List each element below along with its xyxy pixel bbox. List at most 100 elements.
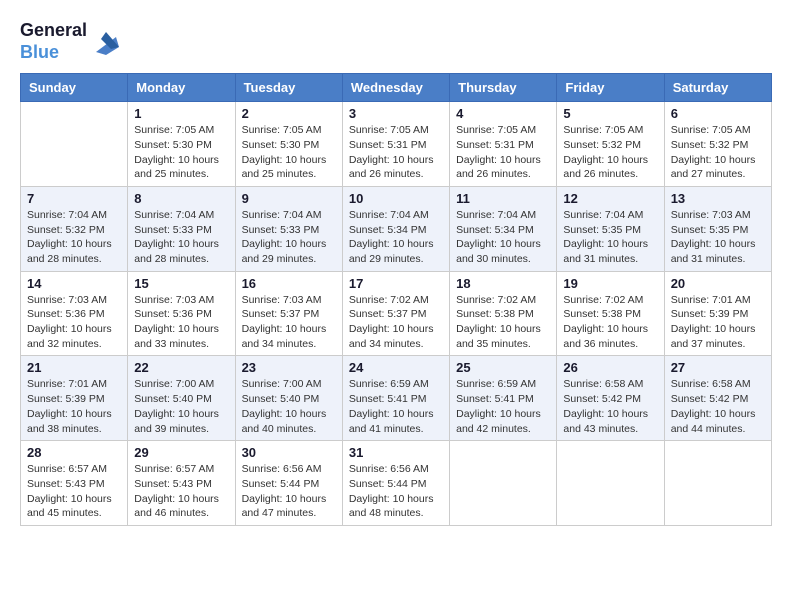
calendar-header-monday: Monday (128, 74, 235, 102)
logo-icon (91, 27, 121, 57)
day-info: Sunrise: 7:05 AM Sunset: 5:31 PM Dayligh… (456, 123, 550, 182)
calendar-cell: 20Sunrise: 7:01 AM Sunset: 5:39 PM Dayli… (664, 271, 771, 356)
calendar-cell: 4Sunrise: 7:05 AM Sunset: 5:31 PM Daylig… (450, 102, 557, 187)
day-number: 21 (27, 360, 121, 375)
day-info: Sunrise: 7:05 AM Sunset: 5:30 PM Dayligh… (242, 123, 336, 182)
day-number: 8 (134, 191, 228, 206)
day-info: Sunrise: 7:02 AM Sunset: 5:38 PM Dayligh… (456, 293, 550, 352)
calendar-header-row: SundayMondayTuesdayWednesdayThursdayFrid… (21, 74, 772, 102)
calendar-cell: 11 Sunrise: 7:04 AM Sunset: 5:34 PM Dayli… (450, 186, 557, 271)
day-info: Sunrise: 7:04 AM Sunset: 5:33 PM Dayligh… (242, 208, 336, 267)
day-info: Sunrise: 7:00 AM Sunset: 5:40 PM Dayligh… (134, 377, 228, 436)
day-number: 27 (671, 360, 765, 375)
page-header: General Blue (20, 20, 772, 63)
day-info: Sunrise: 7:03 AM Sunset: 5:37 PM Dayligh… (242, 293, 336, 352)
calendar-week-row: 14 Sunrise: 7:03 AM Sunset: 5:36 PM Dayli… (21, 271, 772, 356)
day-info: Sunrise: 7:05 AM Sunset: 5:32 PM Dayligh… (563, 123, 657, 182)
calendar-header-friday: Friday (557, 74, 664, 102)
day-number: 16 (242, 276, 336, 291)
day-info: Sunrise: 7:03 AM Sunset: 5:35 PM Dayligh… (671, 208, 765, 267)
calendar-header-saturday: Saturday (664, 74, 771, 102)
day-info: Sunrise: 6:56 AM Sunset: 5:44 PM Dayligh… (242, 462, 336, 521)
calendar-cell: 17 Sunrise: 7:02 AM Sunset: 5:37 PM Dayli… (342, 271, 449, 356)
calendar-header-tuesday: Tuesday (235, 74, 342, 102)
day-number: 25 (456, 360, 550, 375)
day-info: Sunrise: 6:58 AM Sunset: 5:42 PM Dayligh… (671, 377, 765, 436)
calendar-cell: 5 Sunrise: 7:05 AM Sunset: 5:32 PM Daylig… (557, 102, 664, 187)
day-info: Sunrise: 7:04 AM Sunset: 5:33 PM Dayligh… (134, 208, 228, 267)
calendar-cell: 28Sunrise: 6:57 AM Sunset: 5:43 PM Dayli… (21, 441, 128, 526)
day-info: Sunrise: 6:56 AM Sunset: 5:44 PM Dayligh… (349, 462, 443, 521)
day-info: Sunrise: 7:03 AM Sunset: 5:36 PM Dayligh… (134, 293, 228, 352)
calendar-cell (557, 441, 664, 526)
day-info: Sunrise: 7:05 AM Sunset: 5:31 PM Dayligh… (349, 123, 443, 182)
calendar-cell: 23 Sunrise: 7:00 AM Sunset: 5:40 PM Dayli… (235, 356, 342, 441)
day-number: 11 (456, 191, 550, 206)
day-info: Sunrise: 7:04 AM Sunset: 5:34 PM Dayligh… (349, 208, 443, 267)
calendar-header-sunday: Sunday (21, 74, 128, 102)
day-info: Sunrise: 7:01 AM Sunset: 5:39 PM Dayligh… (27, 377, 121, 436)
calendar-cell: 31 Sunrise: 6:56 AM Sunset: 5:44 PM Dayli… (342, 441, 449, 526)
day-number: 23 (242, 360, 336, 375)
calendar-cell: 16 Sunrise: 7:03 AM Sunset: 5:37 PM Dayli… (235, 271, 342, 356)
day-number: 2 (242, 106, 336, 121)
calendar-cell: 1 Sunrise: 7:05 AM Sunset: 5:30 PM Daylig… (128, 102, 235, 187)
calendar-cell: 10Sunrise: 7:04 AM Sunset: 5:34 PM Dayli… (342, 186, 449, 271)
day-number: 18 (456, 276, 550, 291)
day-number: 5 (563, 106, 657, 121)
day-number: 9 (242, 191, 336, 206)
day-number: 17 (349, 276, 443, 291)
calendar-header-thursday: Thursday (450, 74, 557, 102)
calendar-week-row: 7 Sunrise: 7:04 AM Sunset: 5:32 PM Daylig… (21, 186, 772, 271)
logo-blue: Blue (20, 42, 87, 64)
logo-general: General (20, 20, 87, 42)
day-number: 6 (671, 106, 765, 121)
day-number: 22 (134, 360, 228, 375)
day-number: 29 (134, 445, 228, 460)
calendar-cell: 6Sunrise: 7:05 AM Sunset: 5:32 PM Daylig… (664, 102, 771, 187)
calendar-cell: 13 Sunrise: 7:03 AM Sunset: 5:35 PM Dayli… (664, 186, 771, 271)
day-info: Sunrise: 6:59 AM Sunset: 5:41 PM Dayligh… (456, 377, 550, 436)
day-info: Sunrise: 7:02 AM Sunset: 5:37 PM Dayligh… (349, 293, 443, 352)
calendar-week-row: 28 Sunrise: 6:57 AM Sunset: 5:43 PM Dayli… (21, 441, 772, 526)
calendar-header-wednesday: Wednesday (342, 74, 449, 102)
calendar-cell: 21 Sunrise: 7:01 AM Sunset: 5:39 PM Dayli… (21, 356, 128, 441)
calendar-cell: 8 Sunrise: 7:04 AM Sunset: 5:33 PM Daylig… (128, 186, 235, 271)
day-info: Sunrise: 7:04 AM Sunset: 5:32 PM Dayligh… (27, 208, 121, 267)
calendar-cell (664, 441, 771, 526)
day-info: Sunrise: 7:05 AM Sunset: 5:30 PM Dayligh… (134, 123, 228, 182)
calendar-cell: 24Sunrise: 6:59 AM Sunset: 5:41 PM Dayli… (342, 356, 449, 441)
calendar-cell: 15 Sunrise: 7:03 AM Sunset: 5:36 PM Dayli… (128, 271, 235, 356)
day-number: 7 (27, 191, 121, 206)
day-info: Sunrise: 6:57 AM Sunset: 5:43 PM Dayligh… (134, 462, 228, 521)
calendar-cell: 2 Sunrise: 7:05 AM Sunset: 5:30 PM Daylig… (235, 102, 342, 187)
calendar-week-row: 21 Sunrise: 7:01 AM Sunset: 5:39 PM Dayli… (21, 356, 772, 441)
day-number: 13 (671, 191, 765, 206)
day-info: Sunrise: 7:04 AM Sunset: 5:34 PM Dayligh… (456, 208, 550, 267)
calendar-week-row: 1 Sunrise: 7:05 AM Sunset: 5:30 PM Daylig… (21, 102, 772, 187)
logo: General Blue (20, 20, 121, 63)
day-number: 26 (563, 360, 657, 375)
calendar-cell: 14 Sunrise: 7:03 AM Sunset: 5:36 PM Dayli… (21, 271, 128, 356)
calendar-cell: 25 Sunrise: 6:59 AM Sunset: 5:41 PM Dayli… (450, 356, 557, 441)
calendar-cell (450, 441, 557, 526)
day-number: 15 (134, 276, 228, 291)
day-number: 30 (242, 445, 336, 460)
day-info: Sunrise: 7:03 AM Sunset: 5:36 PM Dayligh… (27, 293, 121, 352)
calendar-cell (21, 102, 128, 187)
day-number: 28 (27, 445, 121, 460)
day-number: 19 (563, 276, 657, 291)
calendar-cell: 29 Sunrise: 6:57 AM Sunset: 5:43 PM Dayli… (128, 441, 235, 526)
calendar-cell: 27 Sunrise: 6:58 AM Sunset: 5:42 PM Dayli… (664, 356, 771, 441)
day-number: 31 (349, 445, 443, 460)
calendar-cell: 26 Sunrise: 6:58 AM Sunset: 5:42 PM Dayli… (557, 356, 664, 441)
calendar-cell: 12Sunrise: 7:04 AM Sunset: 5:35 PM Dayli… (557, 186, 664, 271)
day-info: Sunrise: 6:58 AM Sunset: 5:42 PM Dayligh… (563, 377, 657, 436)
day-info: Sunrise: 6:59 AM Sunset: 5:41 PM Dayligh… (349, 377, 443, 436)
day-number: 1 (134, 106, 228, 121)
calendar-cell: 9 Sunrise: 7:04 AM Sunset: 5:33 PM Daylig… (235, 186, 342, 271)
day-number: 14 (27, 276, 121, 291)
day-info: Sunrise: 7:02 AM Sunset: 5:38 PM Dayligh… (563, 293, 657, 352)
day-number: 12 (563, 191, 657, 206)
day-info: Sunrise: 7:00 AM Sunset: 5:40 PM Dayligh… (242, 377, 336, 436)
